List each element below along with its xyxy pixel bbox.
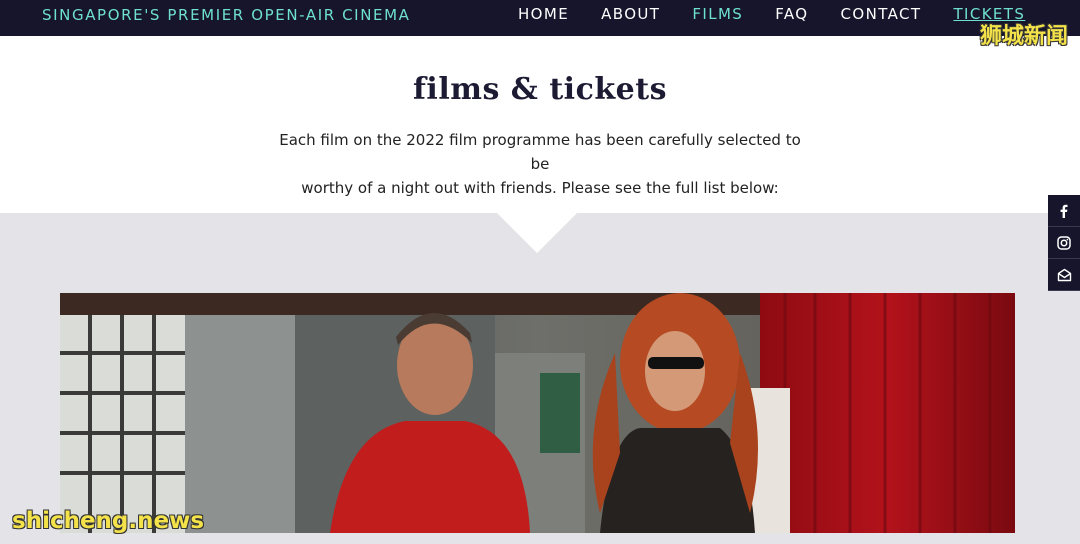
page-title: films & tickets bbox=[413, 72, 667, 107]
film-still-illustration bbox=[60, 293, 1015, 533]
nav-contact[interactable]: CONTACT bbox=[841, 5, 922, 25]
intro-text: Each film on the 2022 film programme has… bbox=[270, 128, 810, 200]
nav-about[interactable]: ABOUT bbox=[601, 5, 660, 25]
watermark-top-right: 狮城新闻 bbox=[979, 24, 1068, 49]
section-notch-divider bbox=[497, 213, 577, 253]
nav-home[interactable]: HOME bbox=[518, 5, 569, 25]
intro-line-2: worthy of a night out with friends. Plea… bbox=[301, 179, 779, 197]
nav-faq[interactable]: FAQ bbox=[775, 5, 808, 25]
site-tagline[interactable]: SINGAPORE'S PREMIER OPEN-AIR CINEMA bbox=[42, 6, 411, 24]
instagram-icon[interactable] bbox=[1048, 227, 1080, 259]
film-still-image[interactable] bbox=[60, 293, 1015, 533]
facebook-icon[interactable] bbox=[1048, 195, 1080, 227]
intro-line-1: Each film on the 2022 film programme has… bbox=[279, 131, 801, 173]
main-nav: HOME ABOUT FILMS FAQ CONTACT TICKETS bbox=[518, 5, 1025, 25]
nav-films[interactable]: FILMS bbox=[692, 5, 743, 25]
watermark-bottom-left: shicheng.news bbox=[12, 508, 205, 534]
top-navigation-bar: SINGAPORE'S PREMIER OPEN-AIR CINEMA HOME… bbox=[0, 0, 1080, 36]
social-sidebar bbox=[1048, 195, 1080, 291]
newsletter-icon[interactable] bbox=[1048, 259, 1080, 291]
